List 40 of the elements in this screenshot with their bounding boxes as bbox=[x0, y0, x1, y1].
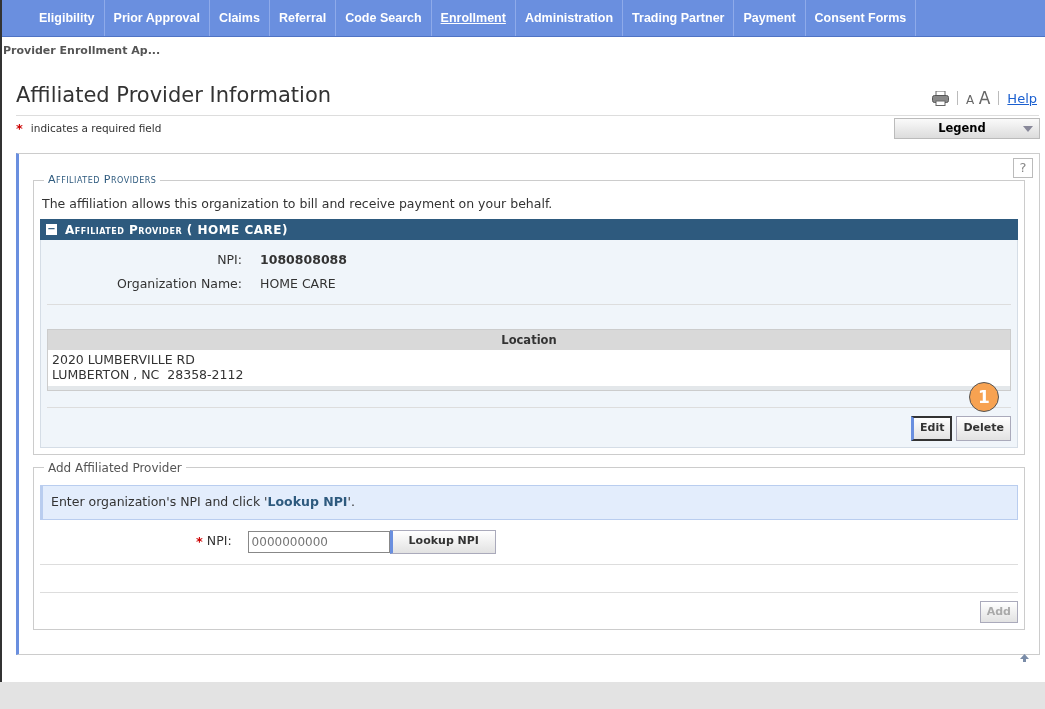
required-mark: * bbox=[16, 119, 23, 138]
nav-tab[interactable]: Referral bbox=[269, 0, 337, 36]
font-size-button[interactable]: A A bbox=[966, 85, 991, 111]
field-label: Organization Name: bbox=[116, 274, 243, 293]
legend-dropdown[interactable]: Legend bbox=[894, 118, 1040, 139]
nav-tab[interactable]: Eligibility bbox=[30, 0, 105, 36]
edit-button[interactable]: Edit bbox=[911, 416, 953, 441]
nav-tab[interactable]: Administration bbox=[515, 0, 624, 36]
section-legend: Affiliated Providers bbox=[44, 172, 161, 189]
help-button[interactable]: ? bbox=[1013, 158, 1033, 178]
required-note: indicates a required field bbox=[30, 120, 162, 136]
nav-tab[interactable]: Consent Forms bbox=[805, 0, 917, 36]
nav-tab[interactable]: Prior Approval bbox=[104, 0, 210, 36]
required-mark: * bbox=[196, 532, 203, 551]
section-description: The affiliation allows this organization to bill and receive payment on your behalf. bbox=[41, 194, 554, 213]
nav-tab[interactable]: Trading Partner bbox=[623, 0, 735, 36]
breadcrumb: Provider Enrollment Ap... bbox=[2, 43, 162, 59]
caret-icon bbox=[1023, 125, 1033, 132]
scroll-up-icon[interactable] bbox=[1020, 654, 1029, 662]
nav-tab[interactable]: Code Search bbox=[336, 0, 432, 36]
column-header: Location bbox=[48, 330, 1010, 351]
field-value: 1080808088 bbox=[260, 250, 347, 269]
npi-label: NPI: bbox=[206, 532, 232, 551]
npi-field[interactable]: 0000000000 bbox=[247, 530, 390, 553]
delete-button[interactable]: Delete bbox=[956, 416, 1011, 441]
provider-title: Affiliated Provider ( HOME CARE) bbox=[65, 221, 288, 239]
field-value: HOME CARE bbox=[260, 274, 336, 293]
nav-tab[interactable]: Payment bbox=[734, 0, 806, 36]
nav-tab[interactable]: Claims bbox=[209, 0, 270, 36]
section-legend: Add Affiliated Provider bbox=[44, 458, 186, 477]
nav-tab[interactable]: Enrollment bbox=[431, 0, 516, 36]
field-label: NPI: bbox=[216, 250, 243, 269]
collapse-toggle[interactable]: − bbox=[46, 224, 57, 236]
instruction-message: Enter organization's NPI and click 'Lookup NPI'. bbox=[40, 484, 1018, 520]
help-link[interactable]: Help bbox=[1007, 88, 1037, 108]
address-line: 2020 LUMBERVILLE RD bbox=[52, 352, 196, 368]
lookup-button[interactable]: Lookup NPI bbox=[389, 529, 496, 554]
page-title: Affiliated Provider Information bbox=[16, 81, 332, 109]
printer-icon[interactable] bbox=[932, 90, 950, 106]
address-line: LUMBERTON , NC 28358-2112 bbox=[52, 367, 245, 383]
